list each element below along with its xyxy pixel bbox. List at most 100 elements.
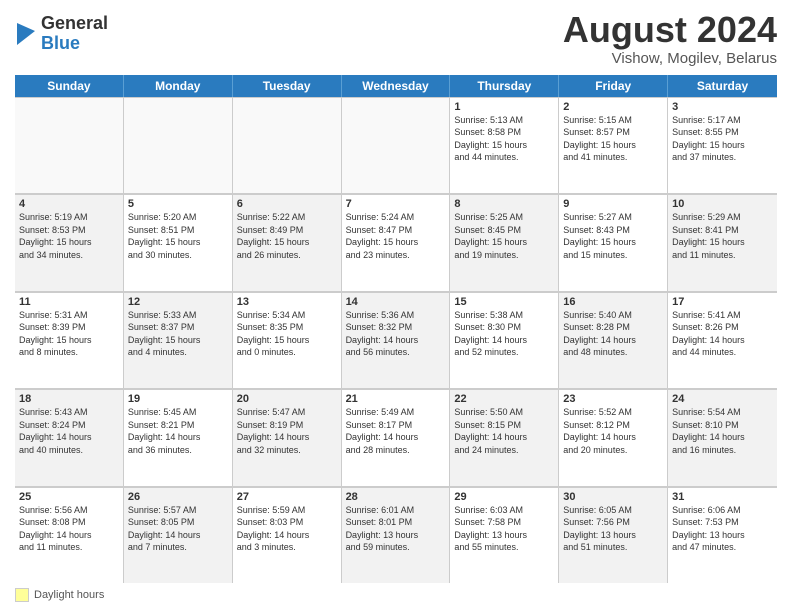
day-info: Sunrise: 5:43 AM Sunset: 8:24 PM Dayligh… [19,406,119,456]
calendar-week-0: 1Sunrise: 5:13 AM Sunset: 8:58 PM Daylig… [15,97,777,194]
day-number: 22 [454,393,554,405]
logo-general: General [41,14,108,34]
calendar-cell: 10Sunrise: 5:29 AM Sunset: 8:41 PM Dayli… [668,194,777,290]
calendar-cell: 12Sunrise: 5:33 AM Sunset: 8:37 PM Dayli… [124,292,233,388]
day-number: 6 [237,198,337,210]
calendar-cell [15,97,124,193]
day-number: 16 [563,296,663,308]
calendar-cell: 26Sunrise: 5:57 AM Sunset: 8:05 PM Dayli… [124,487,233,583]
day-number: 24 [672,393,773,405]
day-number: 28 [346,491,446,503]
calendar-cell: 22Sunrise: 5:50 AM Sunset: 8:15 PM Dayli… [450,389,559,485]
logo-icon [17,23,35,45]
calendar-cell: 13Sunrise: 5:34 AM Sunset: 8:35 PM Dayli… [233,292,342,388]
header-day-monday: Monday [124,75,233,97]
header-day-thursday: Thursday [450,75,559,97]
calendar-cell: 31Sunrise: 6:06 AM Sunset: 7:53 PM Dayli… [668,487,777,583]
calendar-cell [233,97,342,193]
day-info: Sunrise: 5:27 AM Sunset: 8:43 PM Dayligh… [563,211,663,261]
day-info: Sunrise: 5:45 AM Sunset: 8:21 PM Dayligh… [128,406,228,456]
calendar-cell: 14Sunrise: 5:36 AM Sunset: 8:32 PM Dayli… [342,292,451,388]
calendar-cell: 19Sunrise: 5:45 AM Sunset: 8:21 PM Dayli… [124,389,233,485]
calendar-week-2: 11Sunrise: 5:31 AM Sunset: 8:39 PM Dayli… [15,292,777,389]
day-info: Sunrise: 6:03 AM Sunset: 7:58 PM Dayligh… [454,504,554,554]
day-number: 8 [454,198,554,210]
header: General Blue August 2024 Vishow, Mogilev… [15,10,777,67]
calendar-cell: 3Sunrise: 5:17 AM Sunset: 8:55 PM Daylig… [668,97,777,193]
calendar-week-4: 25Sunrise: 5:56 AM Sunset: 8:08 PM Dayli… [15,487,777,583]
footer-label: Daylight hours [34,589,104,601]
calendar-cell [342,97,451,193]
daylight-swatch [15,588,29,602]
calendar-cell: 29Sunrise: 6:03 AM Sunset: 7:58 PM Dayli… [450,487,559,583]
day-info: Sunrise: 5:49 AM Sunset: 8:17 PM Dayligh… [346,406,446,456]
day-info: Sunrise: 5:34 AM Sunset: 8:35 PM Dayligh… [237,309,337,359]
header-day-wednesday: Wednesday [342,75,451,97]
logo: General Blue [15,14,108,54]
calendar-cell [124,97,233,193]
calendar-cell: 16Sunrise: 5:40 AM Sunset: 8:28 PM Dayli… [559,292,668,388]
day-info: Sunrise: 5:19 AM Sunset: 8:53 PM Dayligh… [19,211,119,261]
day-info: Sunrise: 5:31 AM Sunset: 8:39 PM Dayligh… [19,309,119,359]
header-day-friday: Friday [559,75,668,97]
day-number: 21 [346,393,446,405]
day-number: 4 [19,198,119,210]
calendar-cell: 15Sunrise: 5:38 AM Sunset: 8:30 PM Dayli… [450,292,559,388]
day-number: 29 [454,491,554,503]
day-info: Sunrise: 5:29 AM Sunset: 8:41 PM Dayligh… [672,211,773,261]
page: General Blue August 2024 Vishow, Mogilev… [0,0,792,612]
calendar-cell: 8Sunrise: 5:25 AM Sunset: 8:45 PM Daylig… [450,194,559,290]
calendar-cell: 2Sunrise: 5:15 AM Sunset: 8:57 PM Daylig… [559,97,668,193]
calendar-cell: 25Sunrise: 5:56 AM Sunset: 8:08 PM Dayli… [15,487,124,583]
day-info: Sunrise: 5:13 AM Sunset: 8:58 PM Dayligh… [454,114,554,164]
day-number: 1 [454,101,554,113]
day-number: 10 [672,198,773,210]
calendar-cell: 5Sunrise: 5:20 AM Sunset: 8:51 PM Daylig… [124,194,233,290]
calendar-header: SundayMondayTuesdayWednesdayThursdayFrid… [15,75,777,97]
day-number: 9 [563,198,663,210]
calendar-cell: 1Sunrise: 5:13 AM Sunset: 8:58 PM Daylig… [450,97,559,193]
day-number: 31 [672,491,773,503]
calendar-cell: 27Sunrise: 5:59 AM Sunset: 8:03 PM Dayli… [233,487,342,583]
calendar-cell: 17Sunrise: 5:41 AM Sunset: 8:26 PM Dayli… [668,292,777,388]
day-info: Sunrise: 5:20 AM Sunset: 8:51 PM Dayligh… [128,211,228,261]
day-number: 25 [19,491,119,503]
calendar-week-3: 18Sunrise: 5:43 AM Sunset: 8:24 PM Dayli… [15,389,777,486]
day-info: Sunrise: 5:41 AM Sunset: 8:26 PM Dayligh… [672,309,773,359]
day-info: Sunrise: 5:33 AM Sunset: 8:37 PM Dayligh… [128,309,228,359]
calendar-cell: 20Sunrise: 5:47 AM Sunset: 8:19 PM Dayli… [233,389,342,485]
day-info: Sunrise: 5:47 AM Sunset: 8:19 PM Dayligh… [237,406,337,456]
day-info: Sunrise: 6:01 AM Sunset: 8:01 PM Dayligh… [346,504,446,554]
day-number: 19 [128,393,228,405]
calendar-week-1: 4Sunrise: 5:19 AM Sunset: 8:53 PM Daylig… [15,194,777,291]
day-number: 27 [237,491,337,503]
day-info: Sunrise: 5:17 AM Sunset: 8:55 PM Dayligh… [672,114,773,164]
main-title: August 2024 [563,10,777,50]
calendar-cell: 18Sunrise: 5:43 AM Sunset: 8:24 PM Dayli… [15,389,124,485]
header-day-sunday: Sunday [15,75,124,97]
day-info: Sunrise: 5:50 AM Sunset: 8:15 PM Dayligh… [454,406,554,456]
logo-blue: Blue [41,34,108,54]
title-block: August 2024 Vishow, Mogilev, Belarus [563,10,777,67]
day-number: 3 [672,101,773,113]
calendar-cell: 23Sunrise: 5:52 AM Sunset: 8:12 PM Dayli… [559,389,668,485]
calendar-cell: 9Sunrise: 5:27 AM Sunset: 8:43 PM Daylig… [559,194,668,290]
day-number: 7 [346,198,446,210]
day-info: Sunrise: 5:24 AM Sunset: 8:47 PM Dayligh… [346,211,446,261]
day-info: Sunrise: 5:56 AM Sunset: 8:08 PM Dayligh… [19,504,119,554]
day-number: 13 [237,296,337,308]
day-info: Sunrise: 5:52 AM Sunset: 8:12 PM Dayligh… [563,406,663,456]
calendar-cell: 6Sunrise: 5:22 AM Sunset: 8:49 PM Daylig… [233,194,342,290]
day-info: Sunrise: 5:25 AM Sunset: 8:45 PM Dayligh… [454,211,554,261]
day-info: Sunrise: 5:54 AM Sunset: 8:10 PM Dayligh… [672,406,773,456]
calendar-cell: 30Sunrise: 6:05 AM Sunset: 7:56 PM Dayli… [559,487,668,583]
day-number: 11 [19,296,119,308]
day-info: Sunrise: 5:22 AM Sunset: 8:49 PM Dayligh… [237,211,337,261]
calendar-cell: 11Sunrise: 5:31 AM Sunset: 8:39 PM Dayli… [15,292,124,388]
calendar-cell: 28Sunrise: 6:01 AM Sunset: 8:01 PM Dayli… [342,487,451,583]
day-number: 2 [563,101,663,113]
day-number: 26 [128,491,228,503]
day-number: 23 [563,393,663,405]
calendar-cell: 24Sunrise: 5:54 AM Sunset: 8:10 PM Dayli… [668,389,777,485]
calendar-cell: 4Sunrise: 5:19 AM Sunset: 8:53 PM Daylig… [15,194,124,290]
